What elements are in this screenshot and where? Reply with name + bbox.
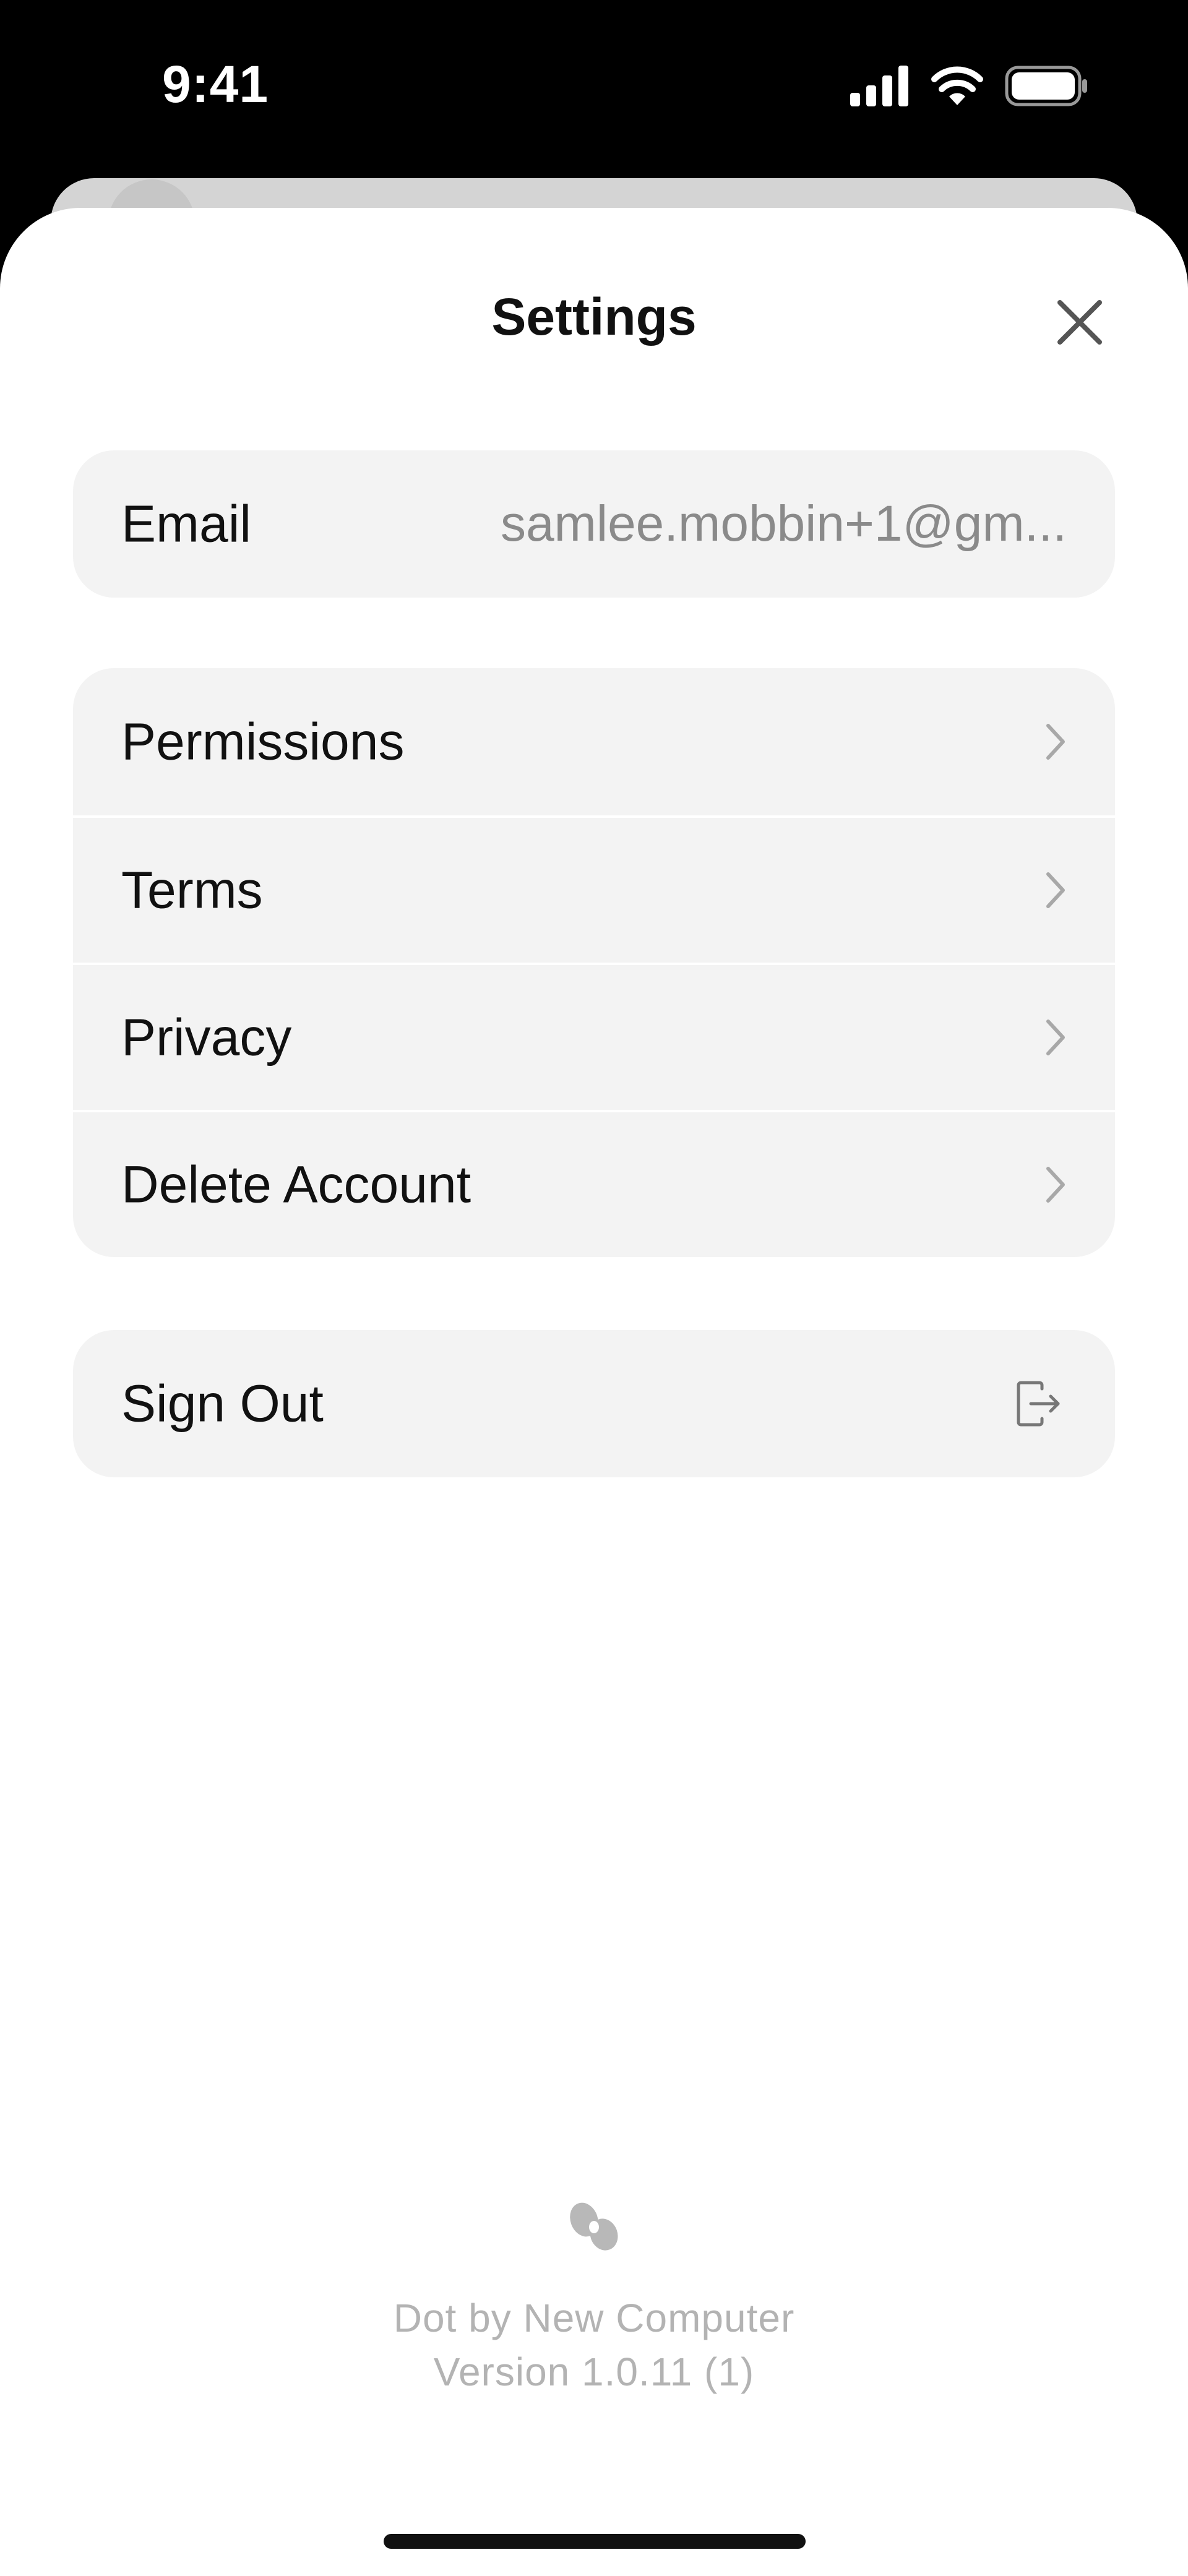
chevron-right-icon xyxy=(1046,872,1065,908)
permissions-row[interactable]: Permissions xyxy=(73,668,1115,815)
email-label: Email xyxy=(121,494,252,553)
email-value: samlee.mobbin+1@gm... xyxy=(500,496,1067,552)
status-icons xyxy=(849,64,1090,114)
chevron-right-icon xyxy=(1046,1020,1065,1055)
menu-group: Permissions Terms Privacy Delete Account xyxy=(73,668,1115,1257)
account-group: Email samlee.mobbin+1@gm... xyxy=(73,450,1115,598)
sign-out-label: Sign Out xyxy=(121,1374,324,1433)
privacy-row[interactable]: Privacy xyxy=(73,963,1115,1110)
chevron-right-icon xyxy=(1046,1167,1065,1203)
delete-account-row[interactable]: Delete Account xyxy=(73,1110,1115,1257)
dot-logo-icon xyxy=(570,2202,618,2251)
close-button[interactable] xyxy=(1046,288,1114,356)
privacy-label: Privacy xyxy=(121,1008,292,1067)
sign-out-icon xyxy=(1017,1381,1060,1427)
sign-out-group: Sign Out xyxy=(73,1330,1115,1477)
close-icon xyxy=(1057,300,1102,345)
home-indicator[interactable] xyxy=(384,2534,806,2549)
app-name: Dot by New Computer xyxy=(393,2296,795,2340)
status-time: 9:41 xyxy=(162,55,269,113)
delete-account-label: Delete Account xyxy=(121,1155,471,1214)
app-version: Version 1.0.11 (1) xyxy=(433,2350,755,2394)
permissions-label: Permissions xyxy=(121,712,405,771)
wifi-icon xyxy=(931,66,983,105)
terms-row[interactable]: Terms xyxy=(73,815,1115,963)
settings-screen: 9:41 Settings Email samlee.mobbin+1@gm..… xyxy=(0,0,1188,2576)
chevron-right-icon xyxy=(1046,724,1065,760)
email-row[interactable]: Email samlee.mobbin+1@gm... xyxy=(73,450,1115,598)
terms-label: Terms xyxy=(121,861,263,919)
sign-out-button[interactable]: Sign Out xyxy=(73,1330,1115,1477)
signal-icon xyxy=(850,66,908,106)
page-title: Settings xyxy=(491,288,697,346)
battery-icon xyxy=(1005,66,1087,106)
